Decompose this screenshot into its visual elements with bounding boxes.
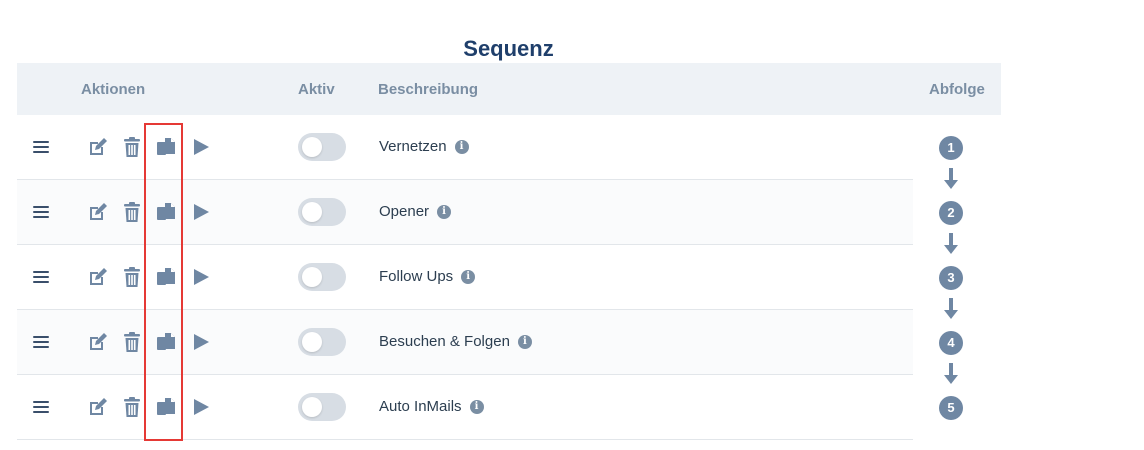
description-label: Vernetzen (379, 138, 447, 155)
sequence-step-badge: 1 (939, 136, 963, 160)
active-toggle[interactable] (298, 133, 346, 161)
header-description: Beschreibung (378, 81, 479, 98)
trash-icon[interactable] (121, 331, 143, 353)
edit-icon[interactable] (87, 266, 109, 288)
header-active: Aktiv (298, 81, 335, 98)
active-toggle[interactable] (298, 328, 346, 356)
toggle-knob (302, 267, 322, 287)
edit-icon[interactable] (87, 396, 109, 418)
header-sequence: Abfolge (929, 81, 985, 98)
trash-icon[interactable] (121, 396, 143, 418)
trash-icon[interactable] (121, 266, 143, 288)
trash-icon[interactable] (121, 201, 143, 223)
trash-icon[interactable] (121, 136, 143, 158)
table-row: Besuchen & Folgen i (17, 310, 913, 375)
copy-icon[interactable] (155, 396, 177, 418)
info-icon[interactable]: i (454, 140, 469, 155)
page-title: Sequenz (463, 36, 554, 61)
active-toggle[interactable] (298, 263, 346, 291)
toggle-knob (302, 397, 322, 417)
description-label: Follow Ups (379, 268, 454, 285)
drag-handle-icon[interactable] (33, 271, 49, 283)
sequence-step-badge: 2 (939, 201, 963, 225)
info-icon[interactable]: i (469, 400, 484, 415)
play-icon[interactable] (190, 201, 212, 223)
sequence-arrow-icon (944, 363, 958, 384)
description-cell: Opener i (379, 203, 452, 220)
sequence-arrow-icon (944, 298, 958, 319)
sequence-arrow-icon (944, 233, 958, 254)
drag-handle-icon[interactable] (33, 206, 49, 218)
toggle-knob (302, 137, 322, 157)
description-cell: Follow Ups i (379, 268, 476, 285)
table-header: Aktionen Aktiv Beschreibung Abfolge (17, 63, 1001, 115)
active-toggle[interactable] (298, 393, 346, 421)
drag-handle-icon[interactable] (33, 401, 49, 413)
play-icon[interactable] (190, 136, 212, 158)
copy-icon[interactable] (155, 266, 177, 288)
play-icon[interactable] (190, 396, 212, 418)
edit-icon[interactable] (87, 136, 109, 158)
description-cell: Auto InMails i (379, 398, 484, 415)
description-label: Opener (379, 203, 430, 220)
table-row: Opener i (17, 180, 913, 245)
table-row: Vernetzen i (17, 115, 913, 180)
copy-icon[interactable] (155, 331, 177, 353)
description-cell: Vernetzen i (379, 138, 469, 155)
sequence-step-badge: 4 (939, 331, 963, 355)
drag-handle-icon[interactable] (33, 336, 49, 348)
description-cell: Besuchen & Folgen i (379, 333, 532, 350)
info-icon[interactable]: i (461, 270, 476, 285)
edit-icon[interactable] (87, 331, 109, 353)
info-icon[interactable]: i (437, 205, 452, 220)
table-row: Auto InMails i (17, 375, 913, 440)
info-icon[interactable]: i (517, 335, 532, 350)
table-row: Follow Ups i (17, 245, 913, 310)
play-icon[interactable] (190, 266, 212, 288)
copy-icon[interactable] (155, 201, 177, 223)
toggle-knob (302, 332, 322, 352)
description-label: Auto InMails (379, 398, 462, 415)
edit-icon[interactable] (87, 201, 109, 223)
sequence-arrow-icon (944, 168, 958, 189)
active-toggle[interactable] (298, 198, 346, 226)
sequence-step-badge: 5 (939, 396, 963, 420)
copy-icon[interactable] (155, 136, 177, 158)
toggle-knob (302, 202, 322, 222)
description-label: Besuchen & Folgen (379, 333, 510, 350)
sequence-step-badge: 3 (939, 266, 963, 290)
play-icon[interactable] (190, 331, 212, 353)
header-actions: Aktionen (81, 81, 146, 98)
drag-handle-icon[interactable] (33, 141, 49, 153)
